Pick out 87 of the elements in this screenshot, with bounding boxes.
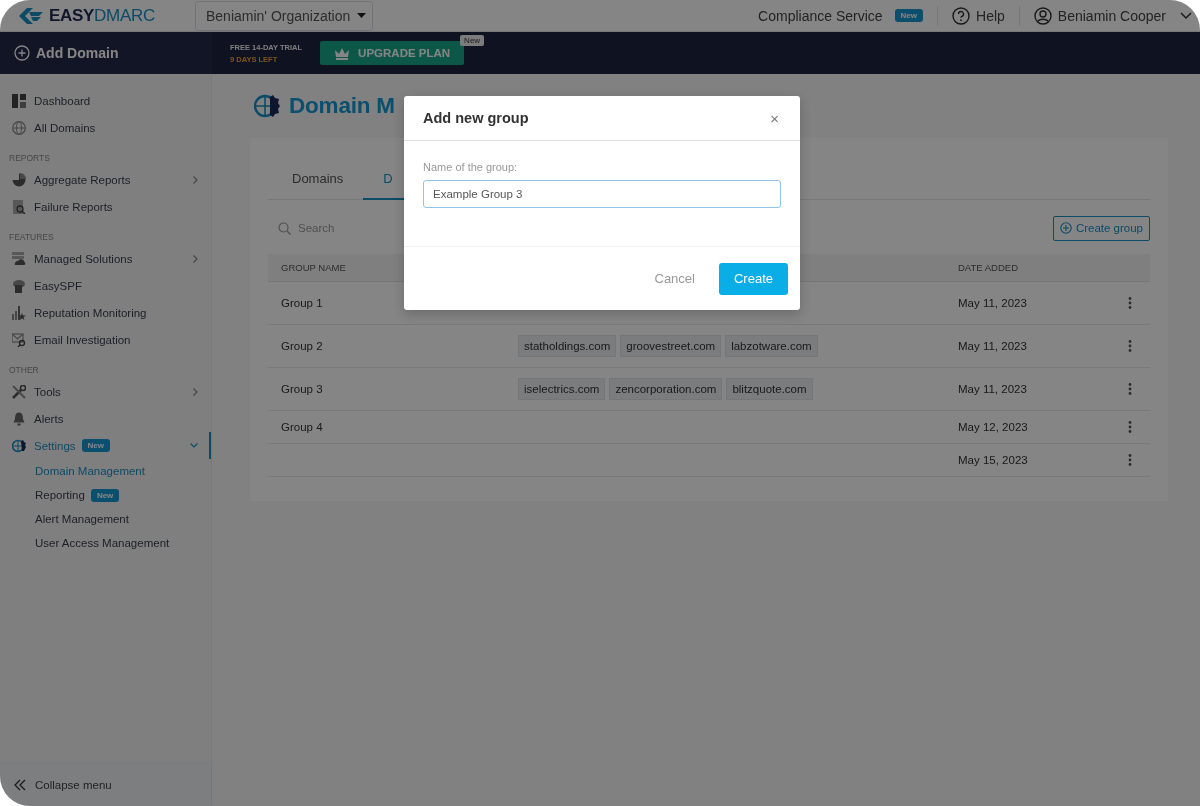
chevron-down-icon: [190, 443, 198, 448]
cancel-button[interactable]: Cancel: [648, 270, 701, 287]
compliance-service-label: Compliance Service: [758, 7, 883, 24]
user-icon: [1033, 6, 1052, 25]
double-chevron-left-icon: [14, 779, 26, 791]
help-label: Help: [976, 7, 1005, 24]
table-cell: Group 4: [281, 421, 323, 433]
sidebar-item[interactable]: Settings New: [0, 432, 211, 459]
chevron-right-icon: [193, 387, 198, 396]
sidebar-item[interactable]: All Domains: [0, 114, 211, 141]
bell-icon: [12, 411, 26, 426]
domain-tag: statholdings.com: [518, 335, 617, 357]
chevron-right-icon: [193, 175, 198, 184]
kebab-menu-icon: [1128, 421, 1132, 433]
table-cell: May 11, 2023: [958, 340, 1027, 352]
organization-dropdown[interactable]: Beniamin' Organization: [195, 0, 374, 31]
create-button[interactable]: Create: [718, 262, 788, 295]
user-name: Beniamin Cooper: [1057, 7, 1166, 24]
column-header: GROUP NAME: [280, 262, 347, 273]
domain-tag: groovestreet.com: [620, 335, 722, 357]
new-badge: New: [894, 9, 924, 22]
field-label: Name of the group:: [423, 161, 519, 173]
pie-chart-icon: [12, 172, 26, 187]
crown-icon: [334, 46, 351, 60]
table-cell: May 11, 2023: [958, 297, 1027, 309]
kebab-menu-icon: [1128, 383, 1132, 395]
logo: EASYDMARC: [0, 5, 194, 26]
sidebar-item[interactable]: Email Investigation: [0, 326, 211, 353]
column-header: DATE ADDED: [958, 262, 1019, 273]
new-badge: New: [81, 439, 110, 452]
submenu-item[interactable]: User Access Management: [0, 531, 211, 555]
server-icon: [12, 278, 26, 293]
domain-tag: blitzquote.com: [726, 378, 813, 400]
help-icon: [952, 6, 971, 25]
envelope-search-icon: [12, 332, 26, 347]
domain-tag: iselectrics.com: [518, 378, 606, 400]
sidebar-item[interactable]: Reputation Monitoring: [0, 299, 211, 326]
input-field[interactable]: Example Group 3: [423, 180, 781, 208]
chevron-down-icon: [1180, 11, 1192, 20]
add-domain-button[interactable]: Add Domain: [0, 32, 212, 74]
plus-circle-icon: [14, 45, 30, 61]
submenu-item[interactable]: Domain Management: [0, 459, 211, 483]
table-cell: Group 3: [281, 383, 323, 395]
table-cell: Group 1: [281, 297, 323, 309]
kebab-menu-icon: [1128, 297, 1132, 309]
bar-chart-star-icon: [12, 305, 26, 320]
gear-globe-icon: [12, 438, 26, 453]
sidebar-item[interactable]: EasySPF: [0, 272, 211, 299]
new-badge: New: [460, 35, 485, 46]
sidebar-item[interactable]: Tools: [0, 378, 211, 405]
domain-tag: labzotware.com: [725, 335, 818, 357]
table-cell: May 11, 2023: [958, 383, 1027, 395]
search-icon: [278, 221, 291, 235]
cloud-server-icon: [12, 251, 26, 266]
user-menu[interactable]: Beniamin Cooper: [1019, 6, 1180, 25]
table-cell: May 12, 2023: [958, 421, 1028, 433]
table-cell: Group 2: [281, 340, 323, 352]
logo-icon: [17, 5, 45, 26]
sidebar-item[interactable]: Dashboard: [0, 87, 211, 114]
gear-globe-icon: [254, 93, 280, 119]
close-button[interactable]: ×: [770, 109, 779, 127]
tab[interactable]: Domains: [272, 171, 364, 200]
tools-icon: [12, 384, 26, 399]
compliance-service-link[interactable]: Compliance Service New: [744, 7, 938, 24]
plus-circle-icon: [1059, 222, 1072, 234]
submenu-item[interactable]: Reporting New: [0, 483, 211, 507]
globe-icon: [12, 120, 26, 135]
document-search-icon: [12, 199, 26, 214]
chevron-right-icon: [193, 254, 198, 263]
domain-tag: zencorporation.com: [609, 378, 723, 400]
upgrade-plan-button[interactable]: UPGRADE PLAN: [320, 41, 465, 65]
sidebar-item[interactable]: Failure Reports: [0, 193, 211, 220]
submenu-item[interactable]: Alert Management: [0, 507, 211, 531]
kebab-menu-icon: [1128, 454, 1132, 466]
sidebar-item[interactable]: Alerts: [0, 405, 211, 432]
help-link[interactable]: Help: [938, 6, 1019, 25]
sidebar-item[interactable]: Managed Solutions: [0, 245, 211, 272]
table-cell: May 15, 2023: [958, 454, 1028, 466]
dashboard-icon: [12, 93, 26, 108]
sidebar-item[interactable]: Aggregate Reports: [0, 166, 211, 193]
kebab-menu-icon: [1128, 340, 1132, 352]
new-badge: New: [90, 488, 120, 502]
caret-icon: [357, 12, 367, 19]
create-group-button[interactable]: Create group: [1052, 215, 1150, 241]
dialog-title: Add new group: [423, 110, 529, 126]
collapse-menu-button[interactable]: Collapse menu: [0, 764, 211, 806]
page-title: Domain M: [289, 93, 395, 119]
